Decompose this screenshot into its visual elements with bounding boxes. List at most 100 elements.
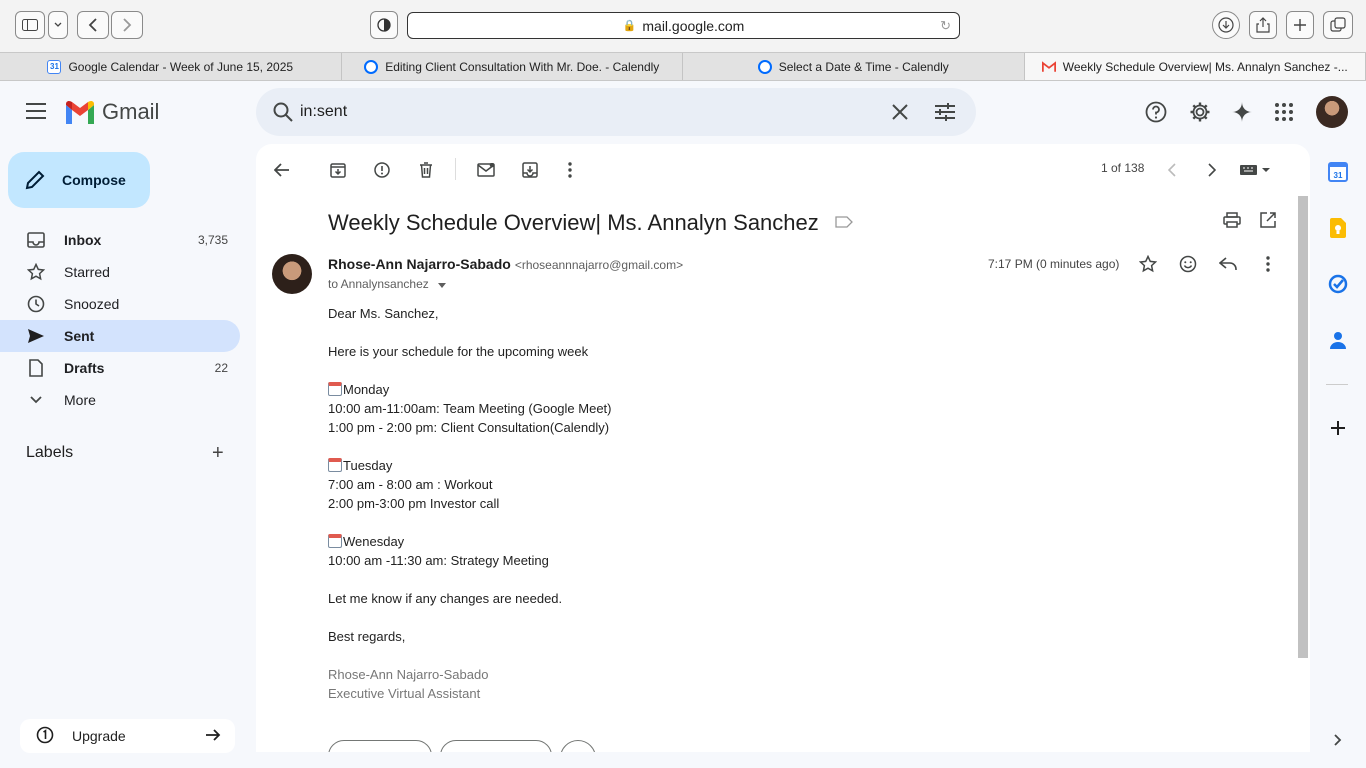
back-to-list-icon[interactable] <box>270 158 294 182</box>
clock-icon <box>26 294 46 314</box>
wednesday-item-1: 10:00 am -11:30 am: Strategy Meeting <box>328 553 549 568</box>
message-view: 1 of 138 Weekly Schedule Overview| Ms. A… <box>256 144 1310 752</box>
monday-item-2: 1:00 pm - 2:00 pm: Client Consultation(C… <box>328 420 610 435</box>
add-reaction-emoji-icon[interactable] <box>1176 252 1200 276</box>
search-bar[interactable]: in:sent <box>256 88 976 136</box>
older-message-icon[interactable] <box>1200 158 1224 182</box>
calendar-favicon-icon: 31 <box>47 59 62 74</box>
archive-icon[interactable] <box>326 158 350 182</box>
show-details-dropdown-icon[interactable] <box>438 277 447 291</box>
calendly-favicon-icon <box>757 59 772 74</box>
search-icon[interactable] <box>272 101 294 128</box>
emoji-reaction-button[interactable] <box>560 740 596 752</box>
tuesday-heading: Tuesday <box>328 456 612 475</box>
sender-name[interactable]: Rhose-Ann Najarro-Sabado <box>328 256 511 272</box>
delete-trash-icon[interactable] <box>414 158 438 182</box>
unread-count: 3,735 <box>197 233 228 247</box>
sidebar-item-inbox[interactable]: Inbox 3,735 <box>0 224 240 256</box>
gmail-logo-text: Gmail <box>102 99 160 124</box>
browser-tab-calendly-editing[interactable]: Editing Client Consultation With Mr. Doe… <box>342 53 683 80</box>
privacy-shield-button[interactable] <box>370 11 398 39</box>
google-contacts-icon[interactable] <box>1328 330 1348 350</box>
sidebar-item-snoozed[interactable]: Snoozed <box>0 288 240 320</box>
calendly-favicon-icon <box>364 59 379 74</box>
tuesday-title: Tuesday <box>343 458 393 473</box>
send-icon <box>26 326 46 346</box>
search-options-icon[interactable] <box>934 102 956 127</box>
sidebar-item-label: Snoozed <box>64 296 120 312</box>
reply-icon[interactable] <box>1216 252 1240 276</box>
calendar-emoji-icon <box>328 534 342 548</box>
tab-title: Editing Client Consultation With Mr. Doe… <box>385 59 660 74</box>
forward-message-button[interactable] <box>440 740 552 752</box>
report-spam-icon[interactable] <box>370 158 394 182</box>
star-message-icon[interactable] <box>1136 252 1160 276</box>
clear-search-icon[interactable] <box>890 102 910 127</box>
browser-tab-bar: 31 Google Calendar - Week of June 15, 20… <box>0 52 1366 81</box>
calendar-emoji-icon <box>328 458 342 472</box>
google-calendar-icon[interactable]: 31 <box>1328 162 1348 182</box>
toolbar-divider <box>455 158 456 180</box>
message-subject: Weekly Schedule Overview| Ms. Annalyn Sa… <box>328 208 853 236</box>
gmail-m-icon <box>66 100 94 124</box>
sidebar-item-drafts[interactable]: Drafts 22 <box>0 352 240 384</box>
compose-button[interactable]: Compose <box>8 152 150 208</box>
address-bar[interactable]: 🔒 mail.google.com ↻ <box>407 12 960 39</box>
open-in-new-window-icon[interactable] <box>1256 208 1280 232</box>
draft-icon <box>26 358 46 378</box>
google-tasks-icon[interactable] <box>1328 274 1348 294</box>
tab-group-dropdown-button[interactable] <box>48 11 68 39</box>
share-button[interactable] <box>1249 11 1277 39</box>
browser-tab-gmail[interactable]: Weekly Schedule Overview| Ms. Annalyn Sa… <box>1024 53 1366 80</box>
sender-avatar[interactable] <box>272 254 312 294</box>
browser-tab-google-calendar[interactable]: 31 Google Calendar - Week of June 15, 20… <box>0 53 342 80</box>
back-button[interactable] <box>77 11 109 39</box>
drafts-count: 22 <box>214 361 228 375</box>
show-side-panel-chevron-icon[interactable] <box>1328 730 1348 750</box>
body-intro: Here is your schedule for the upcoming w… <box>328 344 589 359</box>
gmail-logo[interactable]: Gmail <box>64 99 159 125</box>
sidebar-item-more[interactable]: More <box>0 384 240 416</box>
reload-icon[interactable]: ↻ <box>940 18 951 34</box>
gemini-sparkle-icon[interactable] <box>1230 100 1254 124</box>
sidebar-toggle-button[interactable] <box>15 11 45 39</box>
new-tab-button[interactable] <box>1286 11 1314 39</box>
message-pager: 1 of 138 <box>1101 161 1145 175</box>
apps-grid-icon[interactable] <box>1272 100 1296 124</box>
sidebar-item-label: Starred <box>64 264 110 280</box>
google-keep-icon[interactable] <box>1328 218 1348 238</box>
print-icon[interactable] <box>1220 208 1244 232</box>
wednesday-heading: Wenesday <box>328 532 612 551</box>
monday-item-1: 10:00 am-11:00am: Team Meeting (Google M… <box>328 401 612 416</box>
message-scrollbar[interactable] <box>1298 196 1308 658</box>
sidebar-item-sent[interactable]: Sent <box>0 320 240 352</box>
main-menu-icon[interactable] <box>26 103 46 119</box>
tab-title: Select a Date & Time - Calendly <box>778 59 949 74</box>
help-icon[interactable] <box>1144 100 1168 124</box>
input-tools-keyboard-icon[interactable] <box>1238 158 1274 182</box>
sender-email: <rhoseannnajarro@gmail.com> <box>514 258 684 272</box>
sidebar-item-starred[interactable]: Starred <box>0 256 240 288</box>
upgrade-button[interactable]: Upgrade <box>20 719 235 753</box>
reply-button[interactable] <box>328 740 432 752</box>
move-to-icon[interactable] <box>518 158 542 182</box>
forward-button[interactable] <box>111 11 143 39</box>
add-label-icon[interactable]: + <box>212 443 224 463</box>
downloads-button[interactable] <box>1212 11 1240 39</box>
more-options-icon[interactable] <box>558 158 582 182</box>
account-avatar[interactable] <box>1316 96 1348 128</box>
message-timestamp: 7:17 PM (0 minutes ago) <box>988 257 1120 271</box>
settings-gear-icon[interactable] <box>1188 100 1212 124</box>
compose-label: Compose <box>62 172 126 188</box>
newer-message-icon[interactable] <box>1160 158 1184 182</box>
search-input[interactable]: in:sent <box>300 103 347 121</box>
get-addons-plus-icon[interactable] <box>1328 418 1348 438</box>
gmail-favicon-icon <box>1041 60 1056 74</box>
wednesday-title: Wenesday <box>343 534 405 549</box>
label-tag-icon[interactable] <box>835 208 853 234</box>
mark-unread-icon[interactable] <box>474 158 498 182</box>
tab-overview-button[interactable] <box>1323 11 1353 39</box>
monday-heading: Monday <box>328 380 612 399</box>
browser-tab-calendly-select[interactable]: Select a Date & Time - Calendly <box>683 53 1025 80</box>
message-more-options-icon[interactable] <box>1256 252 1280 276</box>
